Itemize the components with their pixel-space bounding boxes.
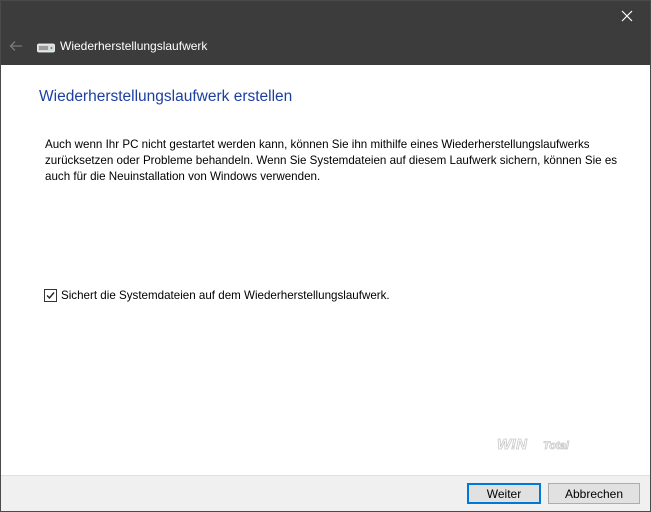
drive-icon	[37, 43, 55, 53]
window-title: Wiederherstellungslaufwerk	[60, 39, 208, 53]
back-button[interactable]	[5, 35, 27, 57]
next-button[interactable]: Weiter	[467, 483, 541, 504]
backup-system-files-checkbox[interactable]	[44, 289, 57, 302]
svg-text:Total: Total	[543, 440, 570, 452]
back-arrow-icon	[9, 41, 22, 51]
title-bar: Wiederherstellungslaufwerk	[1, 1, 650, 65]
cancel-button[interactable]: Abbrechen	[548, 483, 640, 504]
svg-text:W!N: W!N	[497, 436, 528, 453]
wintotal-watermark-logo: W!N Total	[497, 436, 571, 454]
backup-system-files-option[interactable]: Sichert die Systemdateien auf dem Wieder…	[44, 289, 390, 302]
recovery-drive-window: Wiederherstellungslaufwerk Wiederherstel…	[0, 0, 651, 512]
button-bar: Weiter Abbrechen	[1, 475, 650, 511]
wizard-content: Wiederherstellungslaufwerk erstellen Auc…	[1, 65, 650, 475]
close-button[interactable]	[604, 1, 650, 31]
backup-system-files-label: Sichert die Systemdateien auf dem Wieder…	[61, 289, 390, 302]
description-text: Auch wenn Ihr PC nicht gestartet werden …	[45, 138, 618, 183]
checkmark-icon	[46, 292, 55, 300]
page-heading: Wiederherstellungslaufwerk erstellen	[39, 88, 293, 105]
close-icon	[621, 10, 633, 22]
